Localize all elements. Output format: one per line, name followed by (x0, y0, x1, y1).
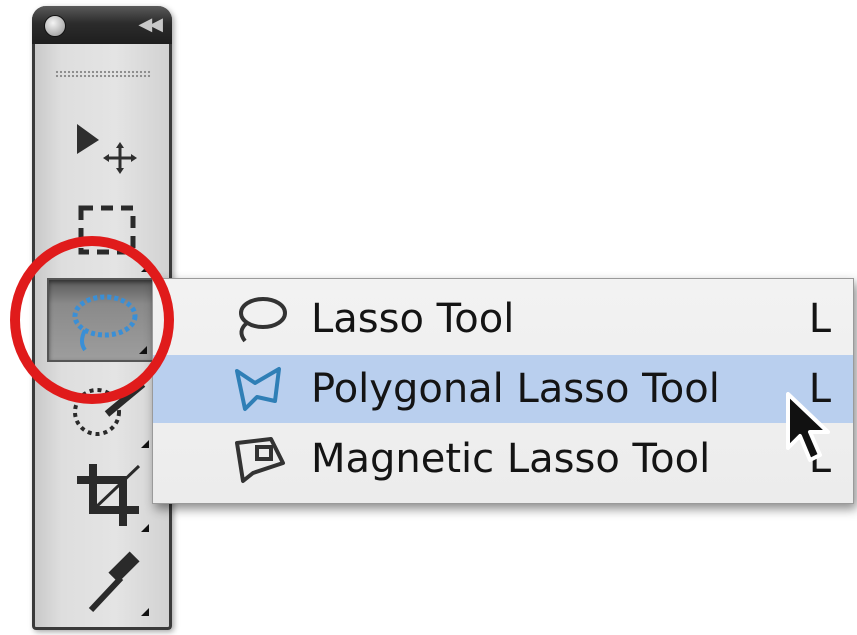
lasso-icon (239, 297, 287, 343)
menu-item-lasso-tool[interactable]: Lasso Tool L (153, 285, 853, 353)
panel-titlebar: ◀◀ (32, 6, 172, 44)
polygonal-lasso-icon (235, 367, 281, 411)
lasso-flyout-menu: Lasso Tool L Polygonal Lasso Tool L Magn… (152, 278, 854, 504)
submenu-corner-icon (141, 440, 149, 448)
menu-item-label: Polygonal Lasso Tool (311, 366, 720, 412)
move-arrow-icon (77, 124, 137, 174)
menu-item-polygonal-lasso-tool[interactable]: Polygonal Lasso Tool L (153, 355, 853, 423)
crop-tool-button[interactable] (47, 454, 157, 538)
collapse-double-arrow-icon[interactable]: ◀◀ (138, 14, 163, 35)
eyedropper-tool-button[interactable] (47, 538, 157, 622)
menu-item-shortcut: L (808, 296, 831, 342)
menu-item-magnetic-lasso-tool[interactable]: Magnetic Lasso Tool L (153, 425, 853, 493)
move-tool-button[interactable] (47, 110, 157, 194)
menu-item-label: Magnetic Lasso Tool (311, 436, 711, 482)
submenu-corner-icon (141, 524, 149, 532)
mouse-pointer-icon (786, 392, 830, 462)
menu-item-label: Lasso Tool (311, 296, 515, 342)
submenu-corner-icon (141, 608, 149, 616)
magnetic-lasso-icon (235, 437, 285, 483)
close-icon[interactable] (44, 15, 66, 37)
panel-grip[interactable] (55, 70, 151, 78)
highlight-circle (10, 236, 174, 404)
